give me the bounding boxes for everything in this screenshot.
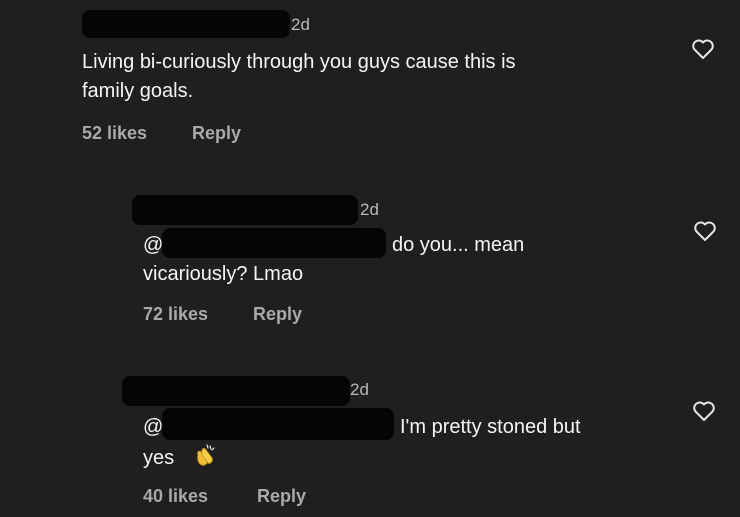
comment-text-line-2: family goals. — [82, 80, 194, 102]
comment-text-line-1: I'm pretty stoned but — [400, 416, 581, 438]
comment-timestamp: 2d — [360, 200, 379, 219]
clapping-hands-emoji — [197, 444, 215, 466]
redacted-mention — [162, 228, 386, 258]
redacted-username — [122, 376, 350, 406]
redacted-username — [82, 10, 290, 38]
heart-outline-icon[interactable] — [691, 38, 715, 60]
comment-timestamp: 2d — [291, 15, 310, 34]
like-count[interactable]: 72 likes — [143, 304, 208, 325]
comment-text-line-2: vicariously? Lmao — [143, 263, 304, 285]
like-count[interactable]: 40 likes — [143, 486, 208, 507]
like-count[interactable]: 52 likes — [82, 123, 147, 144]
mention-prefix[interactable]: @ — [143, 415, 163, 439]
redacted-mention — [162, 408, 394, 440]
mention-prefix[interactable]: @ — [143, 233, 163, 257]
reply-button[interactable]: Reply — [253, 304, 302, 325]
comment-timestamp: 2d — [350, 380, 369, 399]
heart-outline-icon[interactable] — [692, 400, 716, 422]
heart-outline-icon[interactable] — [693, 220, 717, 242]
comment-text-line-1: Living bi-curiously through you guys cau… — [82, 51, 516, 73]
redacted-username — [132, 195, 358, 225]
reply-button[interactable]: Reply — [257, 486, 306, 507]
comment-text-line-2: yes — [143, 447, 175, 469]
comment-text-line-1: do you... mean — [392, 234, 525, 256]
reply-button[interactable]: Reply — [192, 123, 241, 144]
